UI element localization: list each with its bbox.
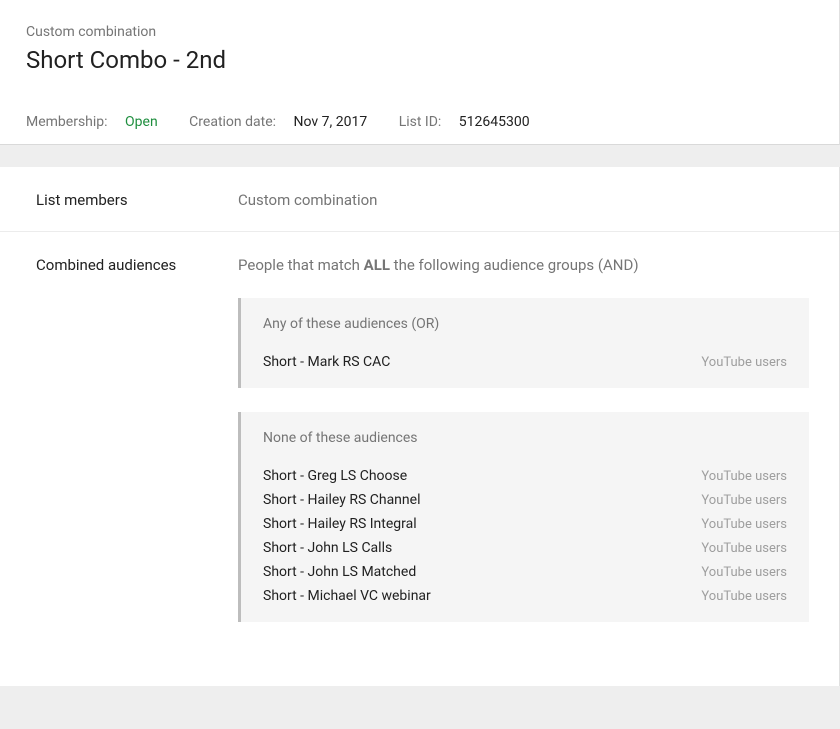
rule-prefix: People that match <box>238 256 364 274</box>
body-card: List members Custom combination Combined… <box>0 167 840 686</box>
audience-item: Short - Hailey RS Integral YouTube users <box>263 512 787 536</box>
audience-item: Short - John LS Matched YouTube users <box>263 560 787 584</box>
audience-item-type: YouTube users <box>701 355 787 370</box>
list-id-label: List ID: <box>399 114 442 130</box>
audience-item-name: Short - John LS Calls <box>263 540 392 556</box>
audience-group-title: Any of these audiences (OR) <box>263 316 787 332</box>
audience-item-name: Short - Michael VC webinar <box>263 588 431 604</box>
audience-item-name: Short - Hailey RS Integral <box>263 516 417 532</box>
membership-field: Membership: Open <box>26 114 175 130</box>
list-members-label: List members <box>0 191 238 209</box>
match-rule-text: People that match ALL the following audi… <box>238 256 809 274</box>
list-members-row: List members Custom combination <box>0 167 839 232</box>
list-members-value: Custom combination <box>238 191 839 209</box>
audience-item-type: YouTube users <box>701 589 787 604</box>
audience-group: None of these audiences Short - Greg LS C… <box>238 412 809 622</box>
audience-item: Short - Hailey RS Channel YouTube users <box>263 488 787 512</box>
audience-item: Short - Mark RS CAC YouTube users <box>263 350 787 374</box>
audience-type-label: Custom combination <box>26 24 813 40</box>
membership-value: Open <box>125 114 158 130</box>
audience-item: Short - Greg LS Choose YouTube users <box>263 464 787 488</box>
creation-date-value: Nov 7, 2017 <box>294 114 368 130</box>
audience-item-type: YouTube users <box>701 469 787 484</box>
audience-group-title: None of these audiences <box>263 430 787 446</box>
audience-item-name: Short - John LS Matched <box>263 564 416 580</box>
audience-item: Short - John LS Calls YouTube users <box>263 536 787 560</box>
audience-title: Short Combo - 2nd <box>26 46 813 74</box>
list-id-value: 512645300 <box>459 114 530 130</box>
audience-item-type: YouTube users <box>701 541 787 556</box>
creation-date-label: Creation date: <box>189 114 276 130</box>
rule-bold: ALL <box>364 256 390 274</box>
audience-item-type: YouTube users <box>701 493 787 508</box>
groups-container: Any of these audiences (OR) Short - Mark … <box>238 298 809 622</box>
audience-item-name: Short - Mark RS CAC <box>263 354 390 370</box>
rule-suffix: the following audience groups (AND) <box>390 256 639 274</box>
combined-audiences-row: Combined audiences People that match ALL… <box>0 232 839 686</box>
membership-label: Membership: <box>26 114 108 130</box>
combined-audiences-content: People that match ALL the following audi… <box>238 256 839 646</box>
audience-item-type: YouTube users <box>701 565 787 580</box>
creation-date-field: Creation date: Nov 7, 2017 <box>189 114 385 130</box>
meta-row: Membership: Open Creation date: Nov 7, 2… <box>26 114 813 130</box>
list-id-field: List ID: 512645300 <box>399 114 544 130</box>
audience-group: Any of these audiences (OR) Short - Mark … <box>238 298 809 388</box>
audience-item-name: Short - Greg LS Choose <box>263 468 407 484</box>
header-card: Custom combination Short Combo - 2nd Mem… <box>0 0 840 145</box>
audience-item: Short - Michael VC webinar YouTube users <box>263 584 787 608</box>
audience-item-type: YouTube users <box>701 517 787 532</box>
combined-audiences-label: Combined audiences <box>0 256 238 646</box>
audience-item-name: Short - Hailey RS Channel <box>263 492 420 508</box>
